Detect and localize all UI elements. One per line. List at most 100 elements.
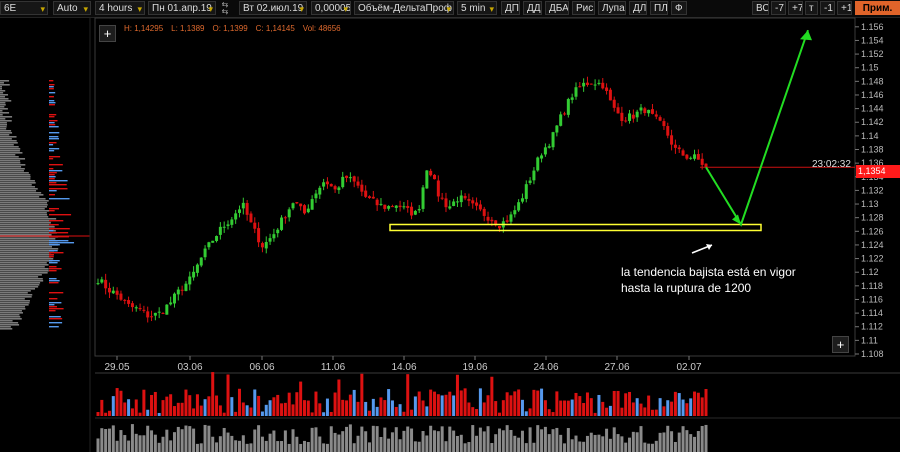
volume-bar	[329, 426, 333, 452]
profile-bar	[0, 84, 10, 86]
delta-bar	[314, 391, 318, 416]
profile-bar	[0, 328, 13, 330]
volume-bar	[257, 425, 261, 452]
candle-body	[272, 234, 276, 239]
profile-bar	[0, 296, 32, 298]
volume-histogram	[96, 424, 708, 452]
profile-delta-bar	[49, 180, 68, 182]
delta-bar	[417, 391, 421, 416]
volume-bar	[188, 426, 192, 452]
profile-bar	[0, 184, 32, 186]
candle-body	[413, 210, 417, 215]
candle-body	[448, 206, 452, 209]
candle-body	[390, 206, 394, 208]
profile-bar	[0, 314, 20, 316]
volume-bar	[471, 425, 475, 452]
candle-body	[670, 135, 674, 145]
add-indicator-button[interactable]: +	[99, 25, 116, 42]
candle-body	[666, 126, 670, 136]
volume-bar	[226, 432, 230, 452]
profile-delta-bar	[49, 182, 57, 184]
candle-body	[268, 238, 272, 242]
volume-bar	[237, 440, 241, 452]
candle-body	[134, 307, 138, 309]
volume-bar	[134, 433, 138, 452]
profile-delta-bar	[49, 220, 64, 222]
profile-bar	[0, 290, 31, 292]
delta-bar	[230, 397, 234, 416]
volume-bar	[302, 440, 306, 452]
candle-body	[310, 199, 314, 210]
candle-body	[341, 176, 345, 188]
candle-body	[406, 205, 410, 208]
profile-bar	[0, 274, 42, 276]
volume-bar	[130, 424, 134, 452]
candle-body	[172, 293, 176, 304]
profile-delta-bar	[49, 164, 63, 166]
candle-body	[459, 195, 463, 203]
volume-bar	[444, 441, 448, 452]
candle-body	[429, 170, 433, 176]
volume-bar	[96, 438, 100, 452]
profile-bar	[0, 116, 13, 118]
candle-body	[673, 144, 677, 148]
delta-bar	[218, 405, 222, 416]
profile-delta-bar	[49, 158, 54, 160]
delta-bar	[433, 391, 437, 416]
profile-delta-bar	[49, 150, 55, 152]
candle-body	[100, 279, 104, 283]
delta-bar	[364, 401, 368, 416]
delta-bar	[509, 395, 513, 416]
candle-body	[486, 216, 490, 221]
delta-bar	[570, 399, 574, 416]
profile-bar	[0, 126, 7, 128]
delta-bar	[421, 400, 425, 416]
candle-body	[199, 257, 203, 266]
delta-bar	[681, 399, 685, 416]
volume-bar	[161, 436, 165, 452]
delta-bar	[329, 411, 333, 416]
profile-bar	[0, 196, 40, 198]
profile-delta-bar	[49, 102, 56, 104]
candle-body	[520, 198, 524, 202]
candle-body	[532, 170, 536, 181]
candle-body	[654, 114, 658, 117]
delta-bar	[390, 400, 394, 416]
candle-body	[314, 193, 318, 199]
delta-bar	[452, 395, 456, 416]
candle-body	[352, 176, 356, 182]
volume-bar	[142, 435, 146, 452]
volume-bar	[517, 437, 521, 452]
x-tick-label: 11.06	[321, 362, 346, 373]
profile-bar	[0, 190, 37, 192]
delta-bar	[540, 388, 544, 416]
profile-bar	[0, 312, 23, 314]
volume-bar	[318, 436, 322, 452]
candle-body	[188, 276, 192, 285]
delta-bar	[589, 398, 593, 416]
volume-bar	[406, 426, 410, 452]
profile-bar	[0, 154, 16, 156]
volume-bar	[364, 431, 368, 452]
candle-body	[402, 206, 406, 208]
y-tick-label: 1.11	[861, 335, 878, 345]
volume-bar	[172, 432, 176, 452]
zoom-in-button[interactable]: +	[832, 336, 849, 353]
candle-body	[417, 209, 421, 211]
volume-bar	[268, 433, 272, 452]
profile-bar	[0, 142, 18, 144]
delta-bar	[157, 412, 161, 416]
candle-body	[318, 187, 322, 195]
delta-bar	[666, 400, 670, 416]
candle-body	[348, 177, 352, 179]
volume-bar	[547, 434, 551, 452]
delta-bar	[379, 397, 383, 416]
profile-bar	[0, 162, 21, 164]
delta-bar	[513, 391, 517, 416]
profile-delta-bar	[49, 268, 62, 270]
chart-border	[94, 17, 856, 357]
profile-delta-bar	[49, 292, 64, 294]
profile-bar	[0, 260, 53, 262]
candle-body	[693, 154, 697, 159]
delta-bar	[249, 407, 253, 416]
